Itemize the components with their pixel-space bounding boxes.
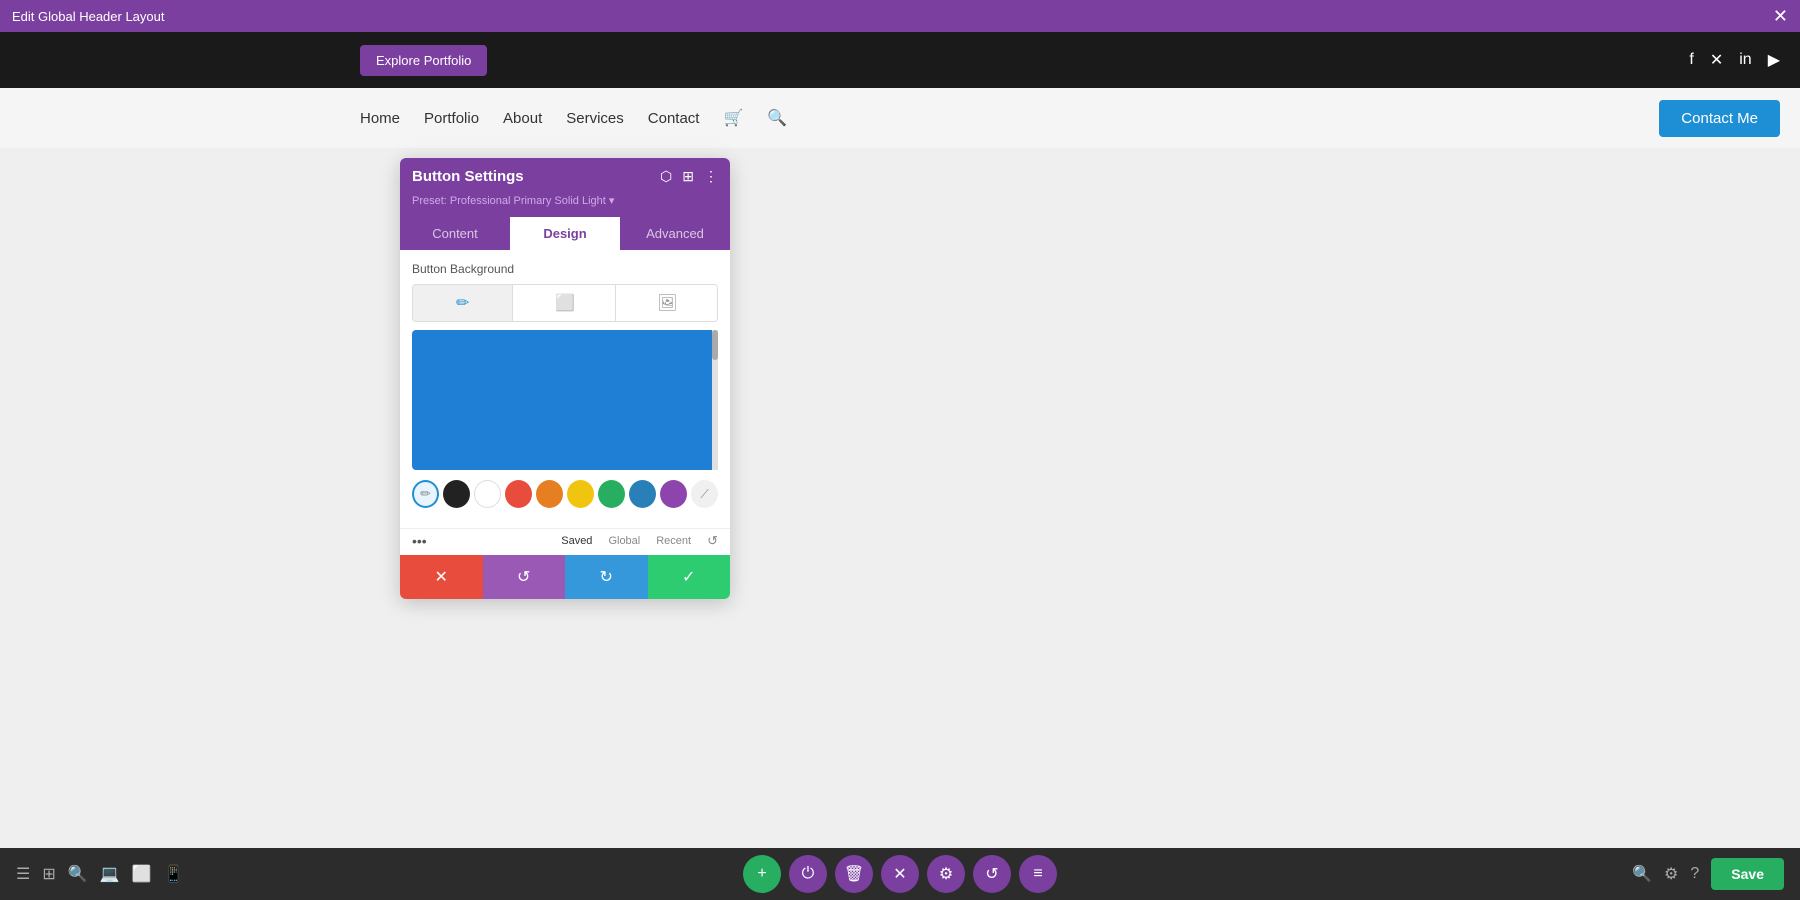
bg-type-row: ✏ ⬜ 🖼 xyxy=(412,284,718,322)
swatch-yellow[interactable] xyxy=(567,480,594,508)
settings-right-icon[interactable]: ⚙ xyxy=(1664,864,1678,884)
undo-button[interactable]: ↺ xyxy=(483,555,566,599)
panel-tabs: Content Design Advanced xyxy=(400,217,730,250)
panel-body: Button Background ✏ ⬜ 🖼 ✏ xyxy=(400,250,730,528)
global-tab[interactable]: Global xyxy=(608,535,640,547)
search-icon[interactable]: 🔍 xyxy=(767,108,787,128)
panel-split-icon[interactable]: ⊞ xyxy=(682,168,694,185)
tab-advanced[interactable]: Advanced xyxy=(620,217,730,250)
layout-button[interactable]: ≡ xyxy=(1019,855,1057,893)
panel-scrollbar[interactable] xyxy=(712,330,718,470)
facebook-icon[interactable]: f xyxy=(1689,51,1693,69)
dots-icon[interactable]: ••• xyxy=(412,533,427,549)
panel-header-icons: ⬡ ⊞ ⋮ xyxy=(660,168,718,185)
social-icons: f ✕ in ▶ xyxy=(1689,50,1780,70)
mobile-icon[interactable]: 📱 xyxy=(164,864,184,884)
nav-home[interactable]: Home xyxy=(360,110,400,127)
section-label: Button Background xyxy=(412,262,718,276)
trash-button[interactable]: 🗑 xyxy=(835,855,873,893)
eyedropper-button[interactable]: ⟋ xyxy=(691,480,718,508)
confirm-button[interactable]: ✓ xyxy=(648,555,731,599)
color-picker-button[interactable]: ✏ xyxy=(412,480,439,508)
preset-label[interactable]: Preset: Professional Primary Solid Light… xyxy=(412,195,614,207)
recent-tab[interactable]: Recent xyxy=(656,535,691,547)
menu-icon[interactable]: ☰ xyxy=(16,864,30,884)
modules-icon[interactable]: ⊞ xyxy=(42,864,55,884)
nav-about[interactable]: About xyxy=(503,110,542,127)
saved-tab[interactable]: Saved xyxy=(561,535,592,547)
swatch-orange[interactable] xyxy=(536,480,563,508)
reset-icon[interactable]: ↺ xyxy=(707,533,718,549)
contact-me-button[interactable]: Contact Me xyxy=(1659,100,1780,137)
close-button[interactable]: ✕ xyxy=(1773,6,1788,27)
panel-title: Button Settings xyxy=(412,168,524,185)
twitter-icon[interactable]: ✕ xyxy=(1710,50,1723,70)
cart-icon[interactable]: 🛒 xyxy=(723,108,743,128)
tab-content[interactable]: Content xyxy=(400,217,510,250)
swatch-blue[interactable] xyxy=(629,480,656,508)
search-bottom-icon[interactable]: 🔍 xyxy=(68,864,88,884)
swatch-green[interactable] xyxy=(598,480,625,508)
panel-actions: ✕ ↺ ↻ ✓ xyxy=(400,555,730,599)
panel-expand-icon[interactable]: ⬡ xyxy=(660,168,672,185)
panel-bottom-tabs: ••• Saved Global Recent ↺ xyxy=(400,528,730,555)
redo-button[interactable]: ↻ xyxy=(565,555,648,599)
youtube-icon[interactable]: ▶ xyxy=(1768,50,1780,70)
bottom-left-tools: ☰ ⊞ 🔍 💻 ⬜ 📱 xyxy=(16,864,183,884)
swatch-black[interactable] xyxy=(443,480,470,508)
nav-services[interactable]: Services xyxy=(566,110,624,127)
color-preview-area[interactable] xyxy=(412,330,718,470)
linkedin-icon[interactable]: in xyxy=(1739,51,1751,69)
top-bar: Edit Global Header Layout ✕ xyxy=(0,0,1800,32)
panel-header: Button Settings ⬡ ⊞ ⋮ xyxy=(400,158,730,189)
history-button[interactable]: ↺ xyxy=(973,855,1011,893)
save-button[interactable]: Save xyxy=(1711,858,1784,890)
bg-image-button[interactable]: 🖼 xyxy=(618,285,717,321)
desktop-icon[interactable]: 💻 xyxy=(100,864,120,884)
bottom-toolbar: ☰ ⊞ 🔍 💻 ⬜ 📱 + ⏻ 🗑 ✕ ⚙ ↺ ≡ 🔍 ⚙ ? Save xyxy=(0,848,1800,900)
main-content: Button Settings ⬡ ⊞ ⋮ Preset: Profession… xyxy=(0,148,1800,848)
top-bar-title: Edit Global Header Layout xyxy=(12,9,164,24)
tablet-icon[interactable]: ⬜ xyxy=(132,864,152,884)
nav-links: Home Portfolio About Services Contact 🛒 … xyxy=(360,108,787,128)
header-preview: Explore Portfolio f ✕ in ▶ xyxy=(0,32,1800,88)
color-swatches: ✏ ⟋ xyxy=(412,480,718,508)
panel-more-icon[interactable]: ⋮ xyxy=(704,168,718,185)
swatch-purple[interactable] xyxy=(660,480,687,508)
explore-portfolio-button[interactable]: Explore Portfolio xyxy=(360,45,487,76)
cancel-button[interactable]: ✕ xyxy=(400,555,483,599)
bg-gradient-button[interactable]: ⬜ xyxy=(515,285,615,321)
nav-portfolio[interactable]: Portfolio xyxy=(424,110,479,127)
zoom-icon[interactable]: 🔍 xyxy=(1632,864,1652,884)
bottom-right-tools: 🔍 ⚙ ? Save xyxy=(1632,858,1784,890)
nav-contact[interactable]: Contact xyxy=(648,110,700,127)
bg-solid-button[interactable]: ✏ xyxy=(413,285,513,321)
swatch-red[interactable] xyxy=(505,480,532,508)
close-center-button[interactable]: ✕ xyxy=(881,855,919,893)
scrollbar-thumb[interactable] xyxy=(712,330,718,360)
swatch-white[interactable] xyxy=(474,480,501,508)
bottom-center-tools: + ⏻ 🗑 ✕ ⚙ ↺ ≡ xyxy=(743,855,1057,893)
power-button[interactable]: ⏻ xyxy=(789,855,827,893)
add-section-button[interactable]: + xyxy=(743,855,781,893)
nav-area: Home Portfolio About Services Contact 🛒 … xyxy=(0,88,1800,148)
tab-design[interactable]: Design xyxy=(510,217,620,250)
panel-preset: Preset: Professional Primary Solid Light… xyxy=(400,189,730,217)
settings-button[interactable]: ⚙ xyxy=(927,855,965,893)
button-settings-panel: Button Settings ⬡ ⊞ ⋮ Preset: Profession… xyxy=(400,158,730,599)
help-icon[interactable]: ? xyxy=(1690,865,1699,883)
